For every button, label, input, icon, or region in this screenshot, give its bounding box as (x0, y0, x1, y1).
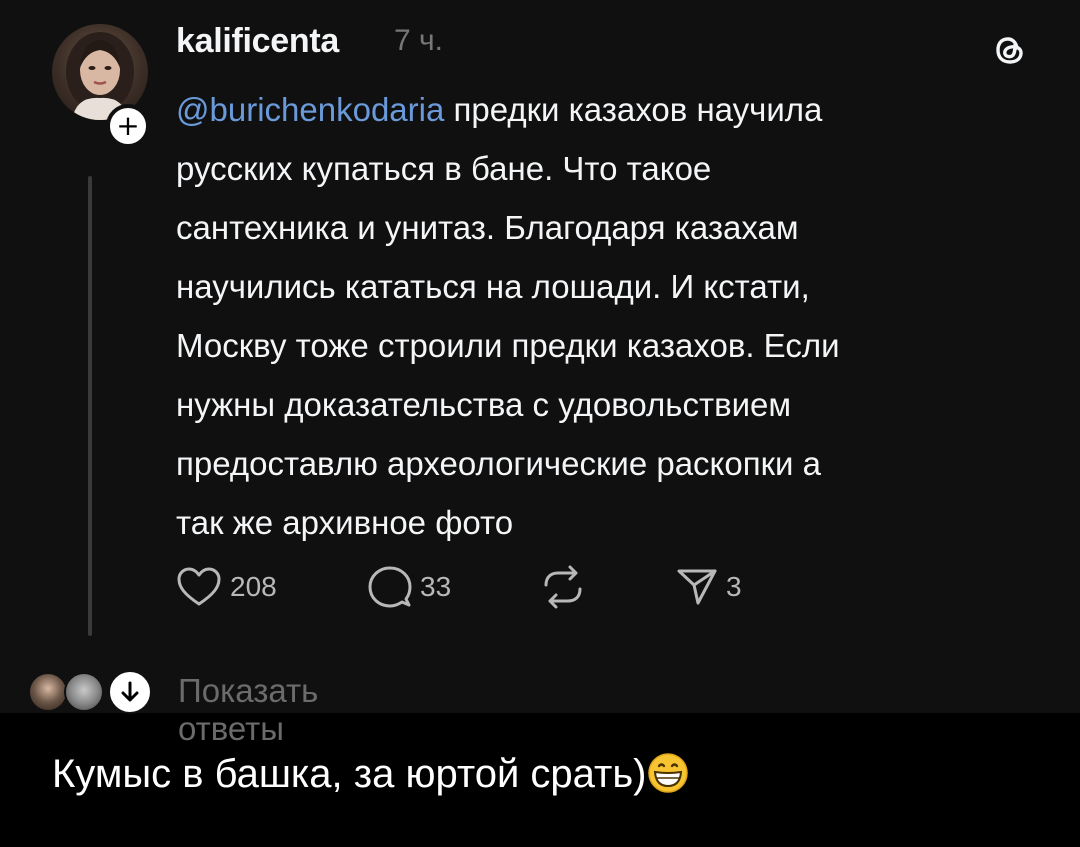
threads-post: + kalificenta 7 ч. @burichenkodaria пред… (0, 0, 1080, 747)
post-text-line: сантехника и унитаз. Благодаря казахам (176, 209, 799, 246)
post-text-line: нужны доказательства с удовольствием (176, 386, 792, 423)
expand-replies-button[interactable] (108, 670, 152, 714)
post-body: @burichenkodaria предки казахов научила … (176, 80, 1056, 552)
post-text-line: Москву тоже строили предки казахов. Если (176, 327, 840, 364)
show-replies-link[interactable]: Показать ответы (178, 672, 318, 748)
repost-icon (544, 565, 582, 609)
heart-icon (177, 567, 221, 606)
share-count: 3 (726, 571, 742, 602)
arrow-down-icon (121, 681, 139, 702)
threads-logo-icon[interactable] (988, 28, 1032, 72)
post-text-line: предки казахов научила (444, 91, 823, 128)
comment-button[interactable]: 33 (368, 562, 451, 612)
meme-caption: Кумыс в башка, за юртой срать) (52, 752, 689, 797)
post-line-1: @burichenkodaria предки казахов научила (176, 80, 1056, 139)
mention-link[interactable]: @burichenkodaria (176, 91, 444, 128)
like-count: 208 (230, 571, 277, 602)
follow-plus-button[interactable]: + (106, 104, 150, 148)
share-icon (677, 569, 717, 605)
timestamp: 7 ч. (394, 24, 443, 57)
username[interactable]: kalificenta (176, 22, 339, 61)
share-button[interactable]: 3 (676, 562, 742, 612)
reply-avatar (28, 672, 68, 712)
like-button[interactable]: 208 (176, 562, 277, 612)
post-text-line: русских купаться в бане. Что такое (176, 150, 712, 187)
thread-connector-line (88, 176, 92, 636)
post-text-line: предоставлю археологические раскопки а (176, 445, 821, 482)
post-text-line: научились кататься на лошади. И кстати, (176, 268, 810, 305)
comment-icon (368, 566, 412, 608)
repost-button[interactable] (538, 562, 588, 612)
post-text-line: так же архивное фото (176, 504, 514, 541)
comment-count: 33 (420, 571, 452, 602)
plus-icon: + (116, 109, 140, 142)
grinning-face-emoji (647, 753, 688, 793)
caption-text: Кумыс в башка, за юртой срать) (52, 752, 647, 796)
reply-avatar (64, 672, 104, 712)
